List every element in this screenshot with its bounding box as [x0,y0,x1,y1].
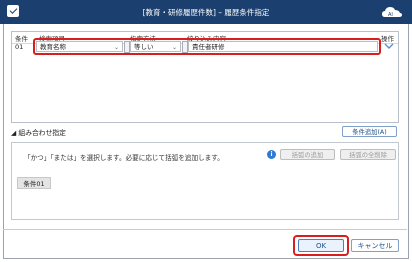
combination-section-header[interactable]: ◢ 組み合わせ指定 [11,127,66,137]
add-condition-button[interactable]: 条件追加(A) [342,126,397,137]
svg-text:AI: AI [388,12,393,18]
chevron-down-icon[interactable] [384,42,394,50]
remove-all-parens-button[interactable]: 括弧の全削除 [340,149,396,160]
ok-highlight-frame [293,235,349,256]
triangle-collapse-icon: ◢ [11,129,17,137]
combination-title: 組み合わせ指定 [18,129,66,137]
cancel-button[interactable]: キャンセル [351,239,399,252]
info-icon: i [267,150,276,159]
title-bar: [教育・研修履歴件数] – 履歴条件指定 AI [0,0,412,24]
footer-divider [3,229,407,230]
add-paren-button[interactable]: 括弧の追加 [280,149,335,160]
cloud-logo-icon: AI [382,7,402,18]
row-highlight-frame [33,38,381,55]
window-title: [教育・研修履歴件数] – 履歴条件指定 [142,8,270,17]
condition-chip[interactable]: 条件01 [17,177,51,189]
combination-hint: 「かつ」「または」を選択します。必要に応じて括弧を追加します。 [24,154,224,162]
row-number: 01 [15,43,24,51]
